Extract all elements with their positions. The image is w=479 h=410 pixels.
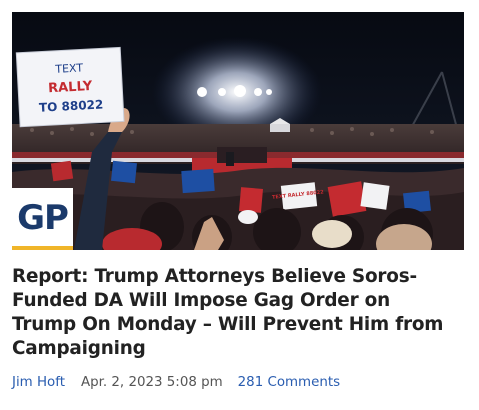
sign-line-1: TEXT — [54, 61, 84, 76]
gp-logo: GP — [12, 188, 73, 250]
article-image[interactable]: TEXT RALLY 88022 TEXT RALLY TO 88022 — [12, 12, 464, 250]
gp-logo-text: GP — [17, 198, 69, 238]
rally-photo: TEXT RALLY 88022 TEXT RALLY TO 88022 — [12, 12, 464, 250]
text-rally-sign: TEXT RALLY TO 88022 — [15, 46, 125, 128]
comments-link[interactable]: 281 Comments — [238, 375, 340, 390]
sign-line-2: RALLY — [48, 79, 93, 96]
article-meta: Jim Hoft Apr. 2, 2023 5:08 pm 281 Comments — [12, 373, 340, 393]
author-link[interactable]: Jim Hoft — [12, 375, 65, 390]
article-headline[interactable]: Report: Trump Attorneys Believe Soros-Fu… — [12, 265, 452, 361]
article-card: TEXT RALLY 88022 TEXT RALLY TO 88022 GP … — [0, 0, 479, 410]
publish-date: Apr. 2, 2023 5:08 pm — [80, 375, 223, 390]
